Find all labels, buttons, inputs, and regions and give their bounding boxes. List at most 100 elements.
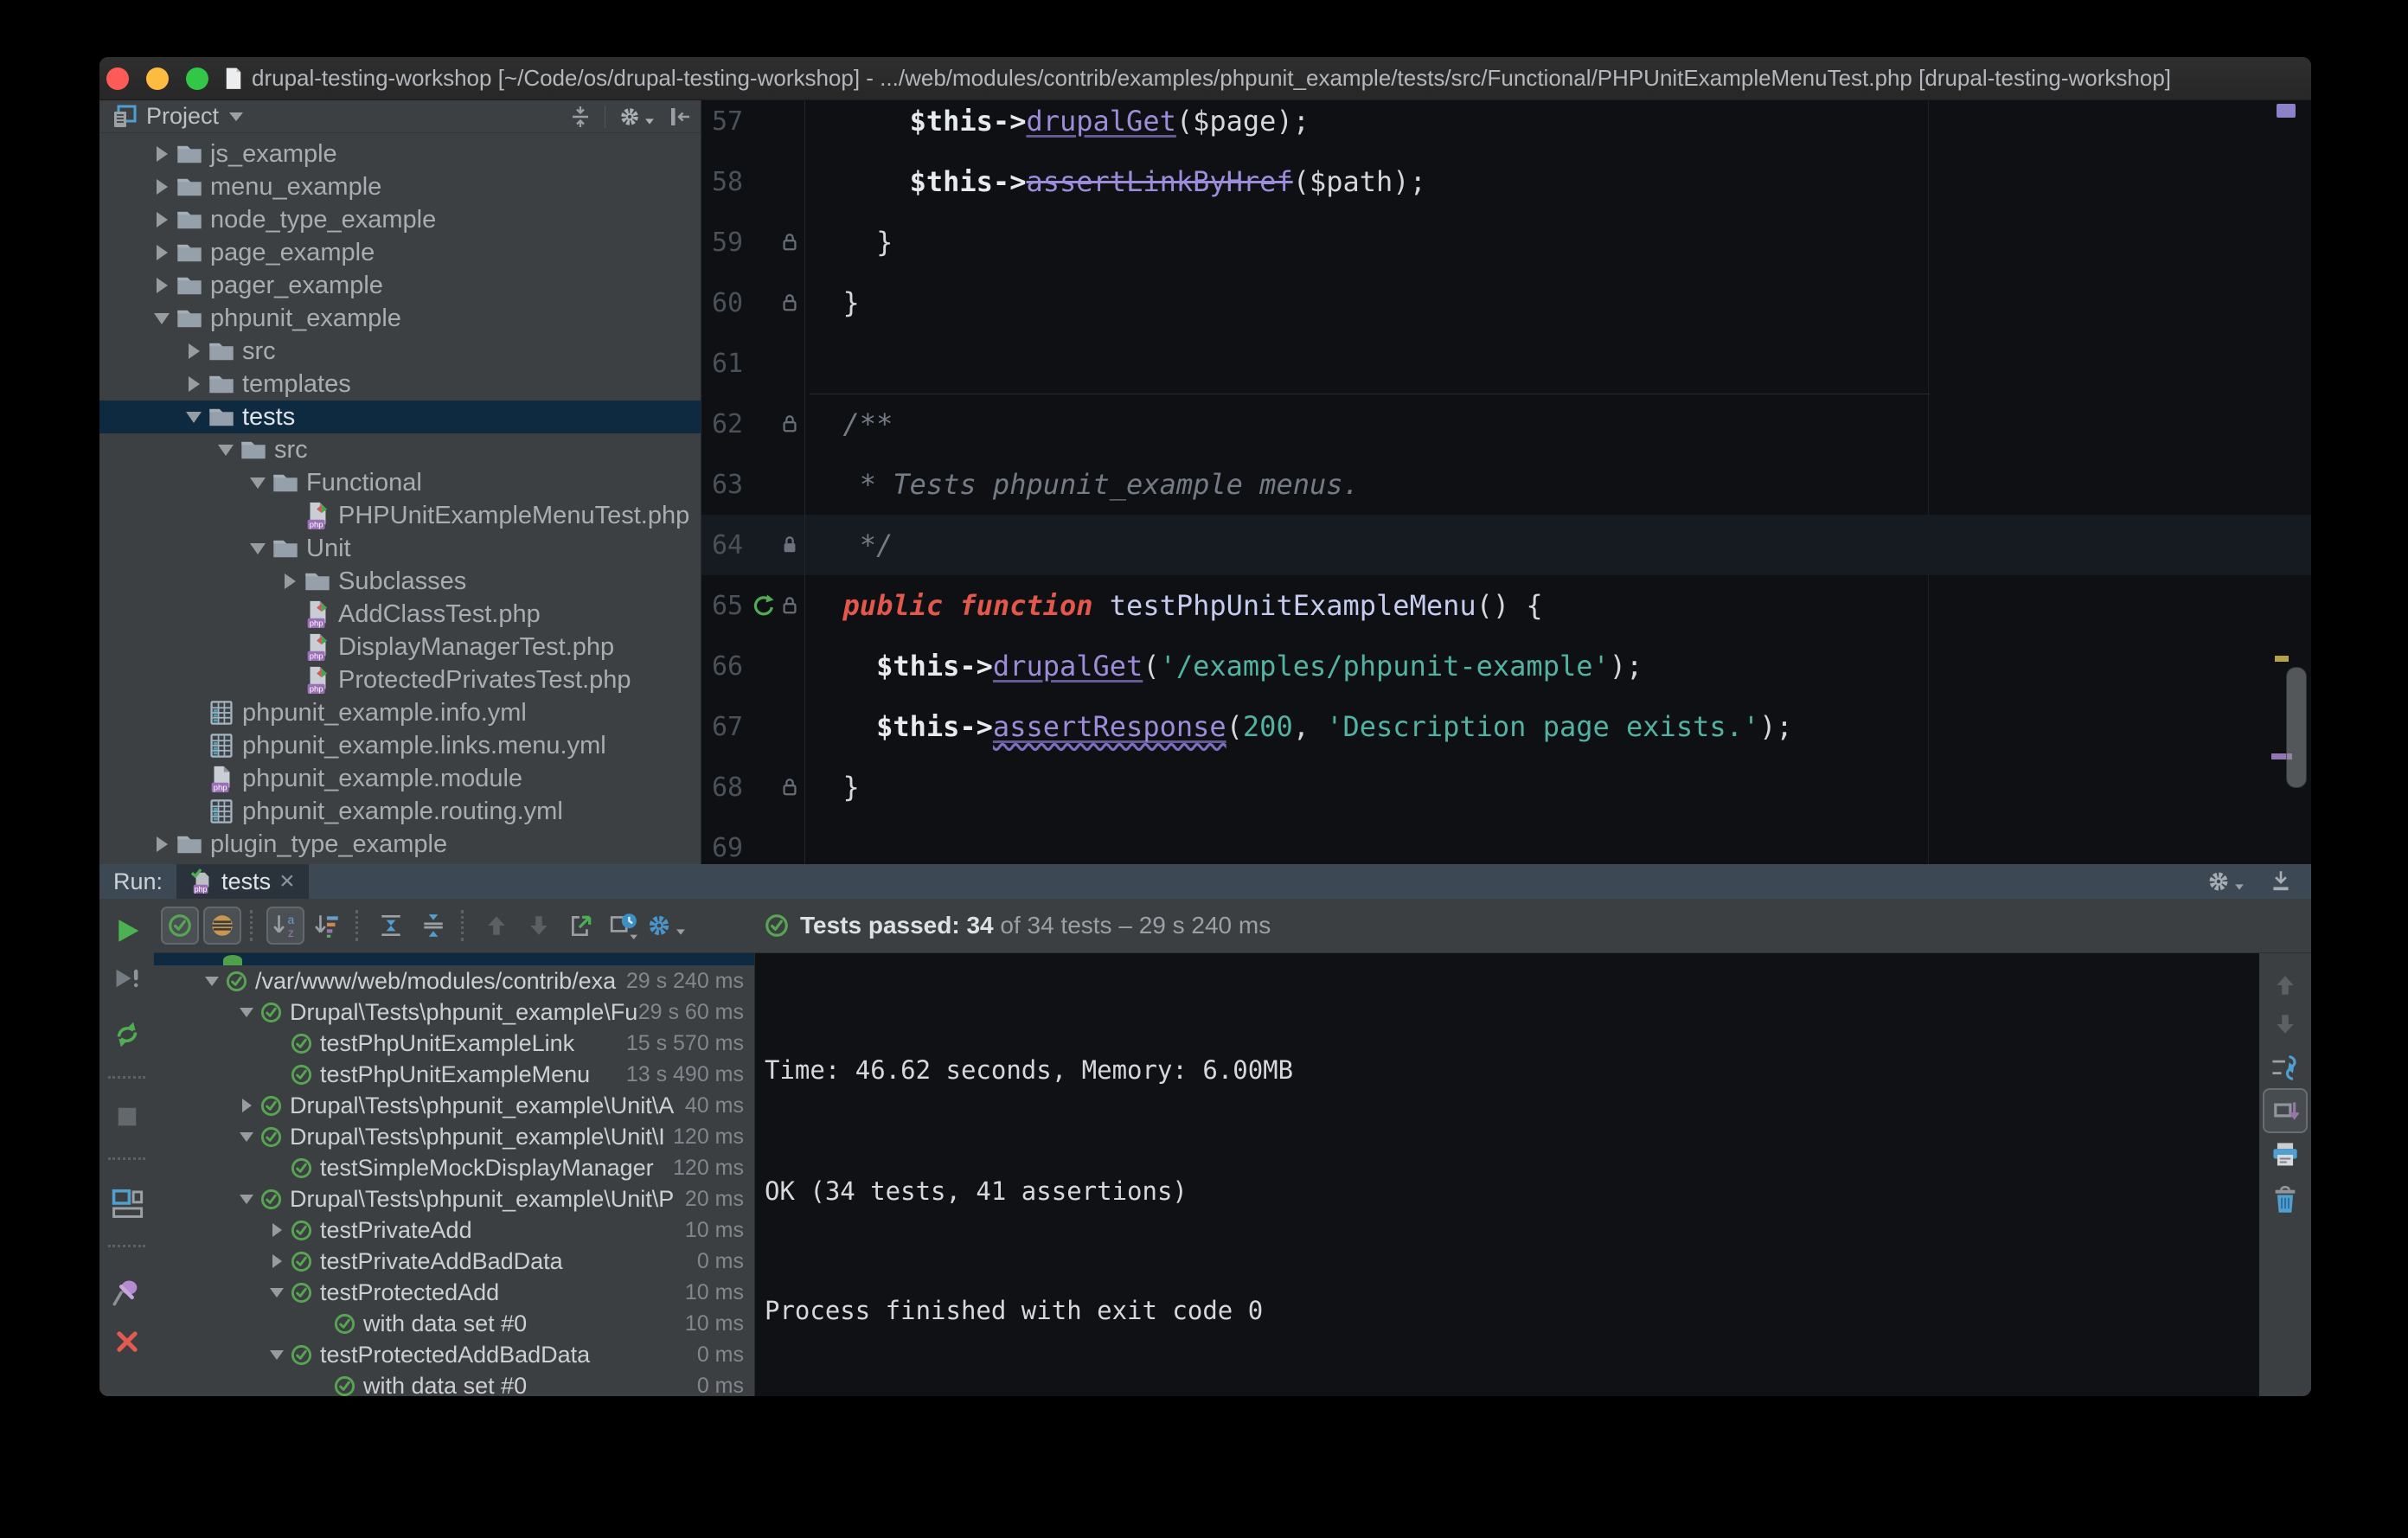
tree-item-phpunit-example[interactable]: phpunit_example (99, 302, 701, 335)
expand-arrow-icon[interactable] (241, 1099, 252, 1112)
clear-console-button[interactable] (2271, 1185, 2299, 1214)
test-console-output[interactable]: Time: 46.62 seconds, Memory: 6.00MB OK (… (755, 953, 2259, 1396)
close-window-button[interactable] (106, 67, 129, 90)
down-stacktrace-button[interactable] (2272, 1011, 2298, 1037)
test-root-row-partial[interactable] (154, 953, 754, 965)
expand-arrow-icon[interactable] (156, 836, 168, 852)
scroll-to-end-toggle[interactable] (2263, 1088, 2308, 1133)
import-test-results-button[interactable] (562, 907, 600, 945)
lock-icon[interactable] (780, 534, 799, 556)
collapse-arrow-icon[interactable] (186, 411, 202, 423)
test-case-row[interactable]: testPrivateAddBadData 0 ms (154, 1246, 754, 1277)
test-case-row[interactable]: testPhpUnitExampleLink 15 s 570 ms (154, 1028, 754, 1059)
lock-icon[interactable] (780, 231, 799, 253)
restore-layout-button[interactable] (111, 1187, 144, 1220)
test-dataset-row[interactable]: with data set #0 0 ms (154, 1370, 754, 1396)
test-dataset-row[interactable]: with data set #0 10 ms (154, 1308, 754, 1339)
code-line-60[interactable]: 60 } (701, 272, 2311, 333)
collapse-arrow-icon[interactable] (240, 1194, 253, 1204)
up-stacktrace-button[interactable] (2272, 972, 2298, 998)
inspection-status-marker[interactable] (2277, 104, 2296, 118)
rerun-failed-tests-button[interactable] (112, 964, 142, 992)
code-line-67[interactable]: 67 $this->assertResponse(200, 'Descripti… (701, 696, 2311, 757)
panel-settings-button[interactable] (618, 105, 656, 129)
tree-item-functional[interactable]: Functional (99, 466, 701, 499)
code-line-63[interactable]: 63 * Tests phpunit_example menus. (701, 454, 2311, 515)
tree-item-tests-src[interactable]: src (99, 433, 701, 466)
lock-icon[interactable] (780, 413, 799, 435)
tree-item-js-example[interactable]: js_example (99, 138, 701, 170)
expand-arrow-icon[interactable] (272, 1254, 282, 1268)
tree-item-display-manager-test[interactable]: DisplayManagerTest.php (99, 631, 701, 663)
minimize-window-button[interactable] (146, 67, 169, 90)
tree-item-menu-example[interactable]: menu_example (99, 170, 701, 203)
run-test-gutter-icon[interactable] (751, 593, 775, 618)
expand-arrow-icon[interactable] (272, 1223, 282, 1237)
code-line-65[interactable]: 65 public function testPhpUnitExampleMen… (701, 575, 2311, 636)
expand-arrow-icon[interactable] (156, 245, 168, 260)
tree-item-pager-example[interactable]: pager_example (99, 269, 701, 302)
code-line-69[interactable]: 69 (701, 817, 2311, 864)
test-suite-row[interactable]: Drupal\Tests\phpunit_example\Unit\I 120 m… (154, 1121, 754, 1152)
tree-item-module-file[interactable]: phpunit_example.module (99, 762, 701, 795)
editor-scrollbar[interactable] (2286, 667, 2307, 788)
chevron-down-icon[interactable] (229, 112, 244, 121)
test-suite-row[interactable]: Drupal\Tests\phpunit_example\Unit\P 20 ms (154, 1183, 754, 1214)
show-passed-toggle[interactable] (161, 907, 199, 945)
lock-icon[interactable] (780, 594, 799, 617)
zoom-window-button[interactable] (186, 67, 208, 90)
sort-alphabetically-toggle[interactable] (266, 907, 304, 945)
expand-all-button[interactable] (372, 907, 410, 945)
pin-tab-button[interactable] (112, 1277, 142, 1306)
collapse-all-icon[interactable] (568, 105, 592, 129)
code-line-64-current[interactable]: 64 */ (701, 515, 2311, 575)
expand-arrow-icon[interactable] (156, 278, 168, 293)
collapse-arrow-icon[interactable] (270, 1287, 284, 1298)
code-editor[interactable]: 57 $this->drupalGet($page); 58 $this->as… (701, 100, 2311, 864)
tree-item-links-menu-yml[interactable]: phpunit_example.links.menu.yml (99, 729, 701, 762)
stop-button[interactable] (113, 1103, 141, 1131)
test-suite-row[interactable]: /var/www/web/modules/contrib/exa 29 s 240… (154, 965, 754, 996)
tree-item-routing-yml[interactable]: phpunit_example.routing.yml (99, 795, 701, 828)
lock-icon[interactable] (780, 776, 799, 798)
code-line-68[interactable]: 68 } (701, 757, 2311, 817)
code-line-62[interactable]: 62 /** (701, 394, 2311, 454)
code-line-66[interactable]: 66 $this->drupalGet('/examples/phpunit-e… (701, 636, 2311, 696)
test-case-row[interactable]: testPhpUnitExampleMenu 13 s 490 ms (154, 1059, 754, 1090)
expand-arrow-icon[interactable] (156, 212, 168, 227)
tree-item-src[interactable]: src (99, 335, 701, 368)
next-failed-test-button[interactable] (520, 907, 558, 945)
tree-item-templates[interactable]: templates (99, 368, 701, 401)
code-line-58[interactable]: 58 $this->assertLinkByHref($path); (701, 151, 2311, 212)
test-case-row[interactable]: testPrivateAdd 10 ms (154, 1214, 754, 1246)
tree-item-subclasses[interactable]: Subclasses (99, 565, 701, 598)
close-tab-icon[interactable]: × (279, 868, 295, 894)
test-settings-button[interactable] (647, 907, 685, 945)
test-case-row[interactable]: testProtectedAdd 10 ms (154, 1277, 754, 1308)
test-history-button[interactable] (605, 907, 643, 945)
collapse-arrow-icon[interactable] (240, 1007, 253, 1017)
run-tab-tests[interactable]: tests × (176, 864, 309, 899)
tree-item-phpunit-example-menu-test[interactable]: PHPUnitExampleMenuTest.php (99, 499, 701, 532)
warning-stripe-mark[interactable] (2275, 656, 2289, 662)
previous-failed-test-button[interactable] (477, 907, 516, 945)
tree-item-unit[interactable]: Unit (99, 532, 701, 565)
test-suite-row[interactable]: Drupal\Tests\phpunit_example\Unit\A 40 ms (154, 1090, 754, 1121)
tree-item-info-yml[interactable]: phpunit_example.info.yml (99, 696, 701, 729)
tree-item-protected-privates-test[interactable]: ProtectedPrivatesTest.php (99, 663, 701, 696)
expand-arrow-icon[interactable] (156, 146, 168, 162)
tree-item-add-class-test[interactable]: AddClassTest.php (99, 598, 701, 631)
expand-arrow-icon[interactable] (188, 343, 200, 359)
test-case-row[interactable]: testSimpleMockDisplayManager 120 ms (154, 1152, 754, 1183)
print-button[interactable] (2270, 1140, 2300, 1170)
collapse-arrow-icon[interactable] (154, 312, 170, 324)
hide-tool-window-icon[interactable] (2268, 868, 2294, 894)
tree-item-plugin-type-example[interactable]: plugin_type_example (99, 828, 701, 861)
rerun-tests-button[interactable] (112, 916, 142, 945)
expand-arrow-icon[interactable] (156, 179, 168, 195)
tree-item-tests-selected[interactable]: tests (99, 401, 701, 433)
toggle-auto-test-button[interactable] (112, 1019, 143, 1050)
code-line-59[interactable]: 59 } (701, 212, 2311, 272)
code-line-57[interactable]: 57 $this->drupalGet($page); (701, 100, 2311, 151)
expand-arrow-icon[interactable] (188, 376, 200, 392)
